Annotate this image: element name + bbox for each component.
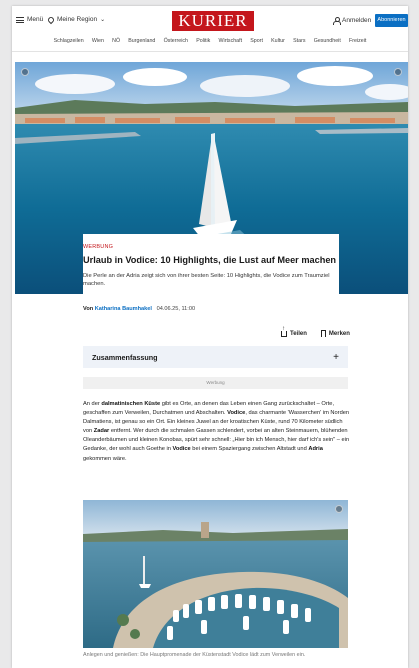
article-lead: Die Perle an der Adria zeigt sich von ih… — [83, 273, 330, 288]
region-label: Meine Region — [57, 16, 98, 23]
byline-prefix: Von — [83, 306, 94, 312]
ad-label: Werbung — [83, 377, 348, 389]
menu-label: Menü — [27, 16, 44, 23]
share-label: Teilen — [290, 330, 307, 337]
photo-expand-icon[interactable] — [335, 505, 343, 513]
article-paragraph: An der dalmatinischen Küste gibt es Orte… — [83, 400, 351, 464]
photo-caption: Anlegen und genießen: Die Hauptpromenade… — [83, 652, 306, 658]
bookmark-label: Merken — [328, 330, 350, 337]
byline: Von Katharina Baumhakel 04.06.25, 11:00 — [83, 306, 195, 312]
share-button[interactable]: Teilen — [281, 326, 307, 337]
location-pin-icon — [46, 15, 56, 24]
kurier-logo[interactable]: KURIER — [172, 11, 254, 31]
text-run: bei einem Spaziergang zwischen Altstadt … — [190, 446, 309, 453]
article-header: WERBUNG Urlaub in Vodice: 10 Highlights,… — [83, 234, 339, 326]
article-headline: Urlaub in Vodice: 10 Highlights, die Lus… — [83, 255, 337, 265]
nav-item[interactable]: Gesundheit — [314, 38, 341, 51]
nav-item[interactable]: Kultur — [271, 38, 285, 51]
nav-item[interactable]: Politik — [196, 38, 210, 51]
nav-item[interactable]: Schlagzeilen — [54, 38, 84, 51]
menu-button[interactable]: Menü — [16, 16, 43, 23]
bold-keyword: Vodice — [172, 446, 191, 453]
bold-keyword: Adria — [308, 446, 323, 453]
login-label: Anmelden — [342, 17, 372, 24]
bookmark-icon — [320, 330, 326, 337]
text-run: An der — [83, 401, 102, 407]
top-bar: Menü Meine Region ⌄ KURIER Anmelden Abon… — [12, 6, 408, 38]
nav-item[interactable]: Wien — [92, 38, 104, 51]
article-page: Menü Meine Region ⌄ KURIER Anmelden Abon… — [12, 6, 408, 668]
subscribe-button[interactable]: Abonnieren — [375, 14, 408, 27]
image-info-icon[interactable] — [21, 68, 29, 76]
nav-item[interactable]: Österreich — [164, 38, 188, 51]
text-run: gekommen wäre. — [83, 455, 127, 462]
menu-icon — [16, 16, 24, 23]
publish-date: 04.06.25, 11:00 — [156, 306, 196, 312]
nav-item[interactable]: Burgenland — [128, 38, 155, 51]
plus-icon: + — [333, 351, 339, 363]
author-link[interactable]: Katharina Baumhakel — [95, 306, 152, 312]
share-icon — [281, 326, 287, 337]
summary-label: Zusammenfassung — [92, 352, 158, 362]
bold-keyword: dalmatinischen Küste — [101, 401, 161, 407]
summary-accordion[interactable]: Zusammenfassung + — [83, 346, 348, 368]
nav-item[interactable]: Sport — [250, 38, 263, 51]
login-button[interactable]: Anmelden — [333, 17, 372, 25]
nav-item[interactable]: Wirtschaft — [219, 38, 243, 51]
article-photo — [83, 500, 348, 648]
article-actions: Teilen Merken — [281, 326, 350, 337]
ad-kicker: WERBUNG — [83, 244, 114, 250]
main-navigation: Schlagzeilen Wien NÖ Burgenland Österreich Po… — [12, 38, 408, 52]
expand-icon[interactable] — [394, 68, 402, 76]
nav-item[interactable]: Freizeit — [349, 38, 366, 51]
bookmark-button[interactable]: Merken — [320, 330, 350, 337]
bold-keyword: Zadar — [93, 428, 110, 435]
chevron-down-icon: ⌄ — [100, 17, 106, 23]
nav-item[interactable]: Stars — [293, 38, 305, 51]
bold-keyword: Vodice — [227, 410, 246, 417]
nav-item[interactable]: NÖ — [112, 38, 120, 51]
region-selector[interactable]: Meine Region ⌄ — [46, 15, 106, 24]
user-icon — [333, 17, 341, 25]
